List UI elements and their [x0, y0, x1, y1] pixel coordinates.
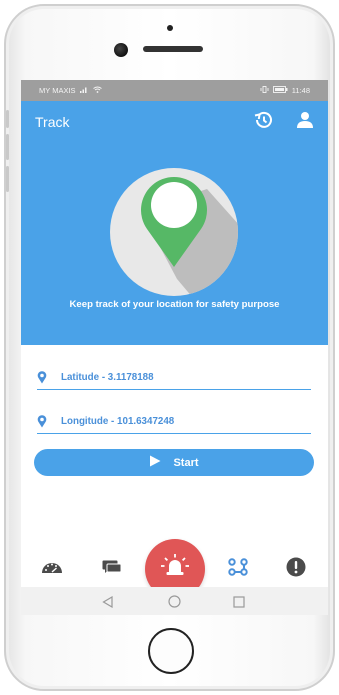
map-pin-icon — [110, 168, 238, 296]
phone-camera — [114, 43, 128, 57]
latitude-field[interactable]: Latitude - 3.1178188 — [37, 366, 311, 390]
back-icon[interactable] — [102, 595, 114, 613]
route-icon — [228, 557, 248, 581]
nav-route[interactable] — [219, 555, 257, 583]
home-icon[interactable] — [168, 595, 181, 613]
location-pin-icon — [37, 371, 49, 384]
person-icon[interactable] — [296, 111, 314, 134]
start-button[interactable]: Start — [34, 449, 314, 476]
nav-alerts[interactable] — [277, 555, 315, 583]
signal-icon — [79, 86, 89, 95]
longitude-value: Longitude - 101.6347248 — [61, 416, 175, 427]
phone-home-button[interactable] — [148, 628, 194, 674]
history-icon[interactable] — [252, 109, 274, 136]
nav-dashboard[interactable] — [33, 555, 71, 583]
page-title: Track — [35, 114, 70, 130]
chat-icon — [102, 559, 122, 580]
system-navigation-bar — [21, 587, 328, 615]
phone-speaker — [143, 46, 203, 52]
hero-tagline: Keep track of your location for safety p… — [69, 299, 280, 310]
battery-icon — [272, 86, 288, 95]
recents-icon[interactable] — [233, 595, 245, 613]
phone-sensor — [167, 25, 173, 31]
start-button-label: Start — [173, 456, 199, 469]
speedometer-icon — [41, 560, 63, 579]
app-bar: Track — [21, 101, 328, 143]
alarm-bell-icon — [159, 553, 191, 586]
latitude-value: Latitude - 3.1178188 — [61, 372, 154, 383]
status-bar: MY MAXIS 11:48 — [21, 80, 328, 101]
phone-side-button — [6, 134, 9, 160]
status-time: 11:48 — [291, 86, 310, 95]
play-icon — [149, 455, 161, 470]
phone-side-button — [6, 110, 9, 128]
wifi-icon — [92, 86, 102, 95]
vibrate-icon — [260, 86, 269, 95]
location-pin-icon — [37, 415, 49, 428]
nav-chat[interactable] — [93, 555, 131, 583]
alert-icon — [286, 557, 306, 582]
app-screen: MY MAXIS 11:48 Track Keep track of your … — [21, 80, 328, 615]
phone-side-button — [6, 166, 9, 192]
hero-banner: Keep track of your location for safety p… — [21, 143, 328, 345]
carrier-label: MY MAXIS — [39, 86, 76, 95]
longitude-field[interactable]: Longitude - 101.6347248 — [37, 410, 311, 434]
